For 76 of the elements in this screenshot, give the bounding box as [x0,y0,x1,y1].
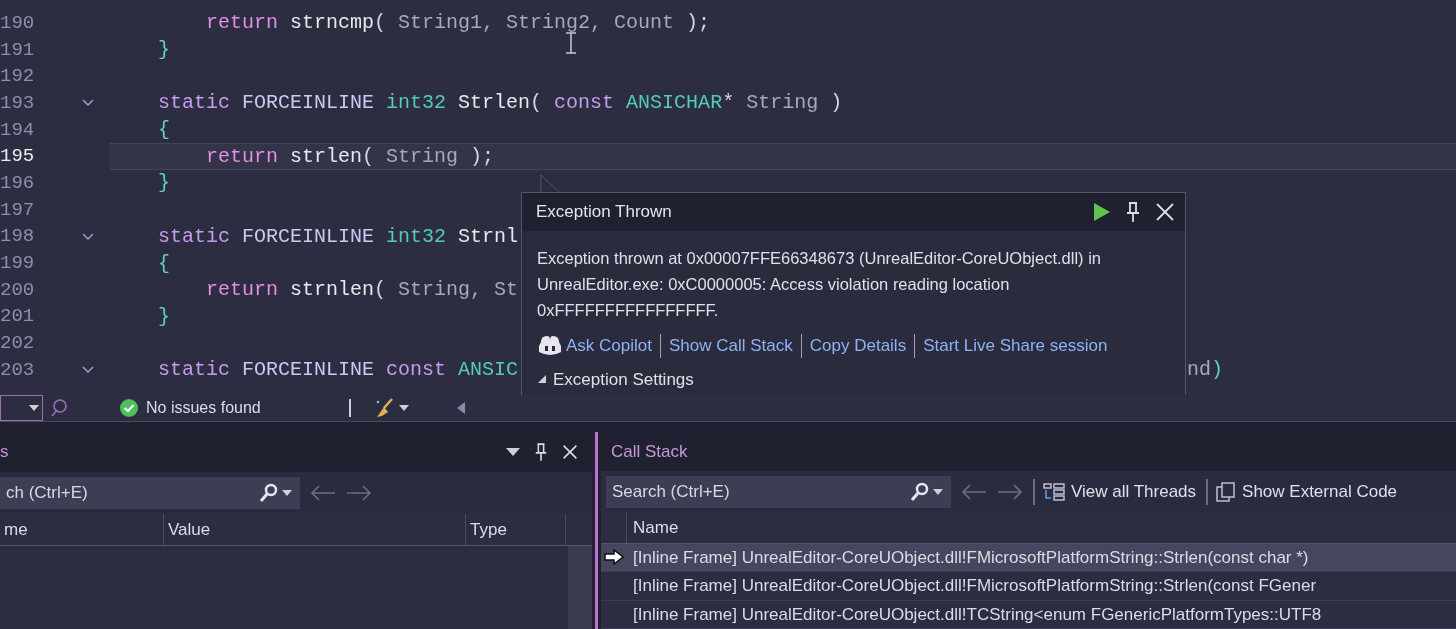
expand-triangle-icon[interactable] [537,374,547,385]
search-field[interactable]: Search (Ctrl+E) [606,475,951,508]
code-line: } [158,40,170,61]
popup-link[interactable]: Ask Copilot [566,333,652,359]
pin-icon[interactable] [1125,201,1141,223]
code-line: } [158,173,170,194]
line-number: 191 [0,40,36,60]
caret-icon[interactable] [29,405,39,411]
caret-icon[interactable] [282,490,292,496]
column-header[interactable]: me [0,514,164,545]
line-number: 197 [0,200,36,220]
line-number: 196 [0,173,36,193]
popup-title: Exception Thrown [536,201,672,224]
code-line: { [158,253,170,274]
code-line: static FORCEINLINE int32 Strlen( const ANSICHAR* String ) [158,93,843,114]
forward-arrow-icon[interactable] [997,483,1023,500]
column-header[interactable]: Value [164,514,466,545]
code-line: static FORCEINLINE int32 Strnl [158,226,519,247]
current-frame-arrow-icon [604,549,624,566]
line-number: 200 [0,280,36,300]
check-circle-icon [120,399,138,417]
copy-icon [1216,481,1237,502]
column-header[interactable]: Type [466,514,566,545]
code-line: static FORCEINLINE const ANSIC [158,360,519,381]
forward-arrow-icon[interactable] [346,485,372,501]
caret-icon[interactable] [933,488,943,495]
line-number: 198 [0,227,36,247]
column-header[interactable]: Name [627,514,685,541]
code-line: return strlen( String ); [206,146,495,167]
back-arrow-icon[interactable] [310,485,336,501]
call-stack-row[interactable]: [Inline Frame] UnrealEditor-CoreUObject.dll!FMicrosoftPlatformString::Strlen(const char *) [601,543,1456,573]
line-number: 193 [0,93,36,113]
popup-link[interactable]: Show Call Stack [669,333,793,359]
caret-icon[interactable] [398,405,409,411]
line-number: 202 [0,334,36,354]
line-number: 201 [0,307,36,327]
play-icon[interactable] [1093,202,1111,222]
exception-settings-toggle[interactable]: Exception Settings [553,366,694,392]
code-line: } [158,306,170,327]
zoom-dropdown[interactable] [0,395,43,421]
scroll-left-icon[interactable] [456,402,465,414]
code-line: return strncmp( String1, String2, Count ); [206,13,711,34]
code-fragment: nd) [1187,360,1224,381]
call-stack-frame: [Inline Frame] UnrealEditor-CoreUObject.dll!FMicrosoftPlatformString::Strlen(const FGener [627,573,1317,599]
close-icon[interactable] [1155,202,1175,222]
pin-icon[interactable] [534,442,548,462]
call-stack-frame: [Inline Frame] UnrealEditor-CoreUObject.dll!TCString<enum FGenericPlatformTypes::UTF8 [627,601,1322,628]
close-icon[interactable] [562,444,578,460]
code-line: { [158,120,170,141]
search-icon[interactable] [259,483,279,503]
line-number: 194 [0,120,36,140]
robot-face-icon [537,333,563,358]
scrollbar[interactable] [568,546,592,629]
search-icon[interactable] [910,481,930,502]
issues-status[interactable]: No issues found [146,396,261,420]
panel-title[interactable]: s [0,439,9,465]
popup-link[interactable]: Start Live Share session [923,333,1108,359]
thread-grid-icon [1043,481,1065,502]
line-number: 195 [0,147,36,167]
line-number: 190 [0,13,36,33]
text-cursor-icon [564,32,578,54]
toolbar-button[interactable]: Show External Code [1216,479,1398,505]
panel-title[interactable]: Call Stack [611,438,688,465]
call-stack-row[interactable]: [Inline Frame] UnrealEditor-CoreUObject.dll!FMicrosoftPlatformString::Strlen(const FGener [601,572,1456,601]
back-arrow-icon[interactable] [961,483,987,500]
popup-link[interactable]: Copy Details [809,333,907,359]
call-stack-row[interactable]: [Inline Frame] UnrealEditor-CoreUObject.dll!TCString<enum FGenericPlatformTypes::UTF8 [601,600,1456,629]
line-number: 192 [0,67,36,87]
toolbar-button[interactable]: View all Threads [1043,479,1197,505]
line-number: 203 [0,360,36,380]
line-number: 199 [0,254,36,274]
call-stack-frame: [Inline Frame] UnrealEditor-CoreUObject.dll!FMicrosoftPlatformString::Strlen(const char *) [627,544,1309,571]
exception-message: Exception thrown at 0x00007FFE66348673 (UnrealEditor-CoreUObject.dll) in UnrealEditor.exe: 0xC0000005: Access violation reading location 0xFFFFFFFFFFFFFFFF. [536,248,1103,321]
caret-icon[interactable] [506,448,520,456]
search-field[interactable]: ch (Ctrl+E) [0,477,300,509]
code-line: return strnlen( String, St [206,280,519,301]
